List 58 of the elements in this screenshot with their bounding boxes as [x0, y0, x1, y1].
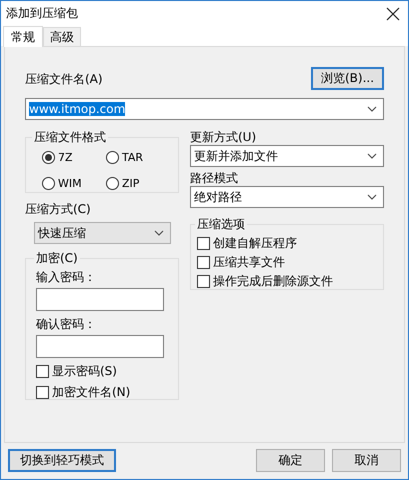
- password-label: 输入密码：: [36, 269, 97, 285]
- path-mode-dropdown[interactable]: 绝对路径: [190, 186, 384, 208]
- compression-method-dropdown[interactable]: 快速压缩: [34, 222, 171, 244]
- checkbox-option[interactable]: 加密文件名(N): [36, 383, 168, 401]
- radio-icon[interactable]: [42, 177, 55, 190]
- checkbox[interactable]: [197, 274, 210, 288]
- checkbox-label: 压缩共享文件: [213, 254, 285, 270]
- checkbox-label: 操作完成后删除源文件: [213, 272, 333, 290]
- caret-icon: [367, 153, 377, 159]
- dropdown-value: 更新并添加文件: [194, 148, 278, 164]
- checkbox-option[interactable]: 操作完成后删除源文件: [197, 272, 377, 290]
- radio-icon[interactable]: [106, 151, 119, 164]
- checkbox-label: 加密文件名(N): [52, 384, 130, 400]
- checkbox[interactable]: [197, 236, 210, 250]
- checkbox-option[interactable]: 显示密码(S): [36, 362, 168, 380]
- option-label: TAR: [122, 151, 144, 164]
- group-title: 加密(C): [35, 250, 79, 267]
- group-title: 压缩文件格式: [33, 129, 107, 146]
- window-title: 添加到压缩包: [6, 5, 78, 22]
- tab[interactable]: 高级: [43, 27, 81, 46]
- radio-option[interactable]: TAR: [106, 151, 170, 164]
- confirm-password-label: 确认密码：: [36, 316, 97, 332]
- ok-button[interactable]: 确定: [256, 449, 325, 472]
- compression-method-label: 压缩方式(C): [25, 201, 92, 217]
- caret-icon: [154, 230, 164, 236]
- path-mode-label: 路径模式: [190, 170, 239, 186]
- dropdown-value: 快速压缩: [38, 224, 86, 242]
- option-label: WIM: [58, 177, 82, 190]
- group-title: 压缩选项: [196, 216, 246, 233]
- option-label: ZIP: [122, 177, 140, 190]
- tab[interactable]: 常规: [3, 26, 43, 47]
- caret-icon: [367, 106, 377, 112]
- archive-name-label: 压缩文件名(A): [25, 70, 103, 86]
- radio-option[interactable]: ZIP: [106, 177, 170, 190]
- checkbox-label: 显示密码(S): [52, 362, 117, 380]
- radio-option[interactable]: WIM: [42, 177, 106, 190]
- caret-icon: [367, 194, 377, 200]
- checkbox-option[interactable]: 压缩共享文件: [197, 253, 377, 271]
- archive-name-combobox[interactable]: www.itmop.com: [25, 98, 384, 120]
- checkbox[interactable]: [36, 386, 49, 398]
- password-field[interactable]: [36, 288, 164, 311]
- password-field[interactable]: [36, 335, 164, 358]
- checkbox-label: 创建自解压程序: [213, 234, 297, 252]
- checkbox-option[interactable]: 创建自解压程序: [197, 234, 377, 252]
- radio-icon[interactable]: [106, 177, 119, 190]
- update-mode-dropdown[interactable]: 更新并添加文件: [190, 145, 384, 167]
- update-mode-label: 更新方式(U): [190, 129, 258, 145]
- checkbox[interactable]: [197, 256, 210, 268]
- radio-icon[interactable]: [42, 151, 55, 164]
- dropdown-value: 绝对路径: [194, 188, 242, 206]
- radio-option[interactable]: 7Z: [42, 151, 106, 164]
- browse-button[interactable]: 浏览(B)...: [311, 67, 384, 90]
- option-label: 7Z: [58, 151, 73, 164]
- checkbox[interactable]: [36, 364, 49, 378]
- switch-mode-button[interactable]: 切换到轻巧模式: [8, 449, 116, 472]
- cancel-button[interactable]: 取消: [332, 449, 401, 472]
- close-icon[interactable]: [386, 6, 400, 20]
- combobox-value: www.itmop.com: [29, 102, 126, 116]
